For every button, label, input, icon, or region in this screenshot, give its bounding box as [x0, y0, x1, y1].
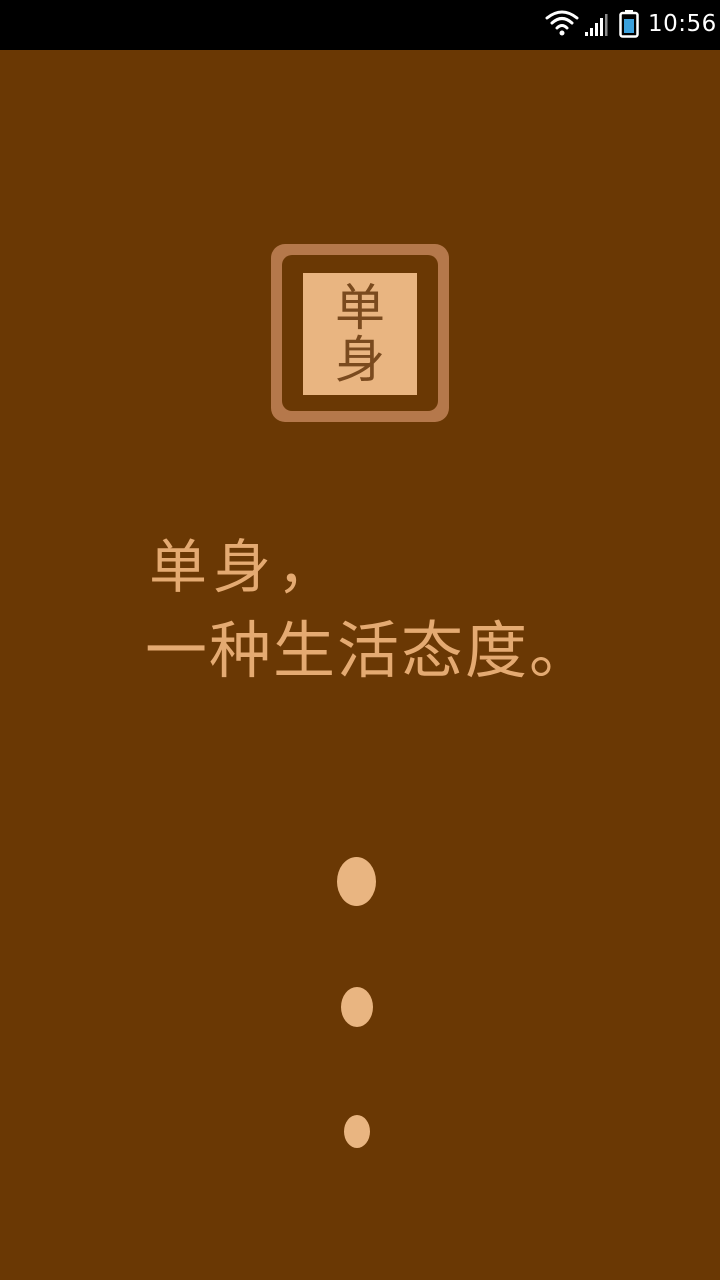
status-clock: 10:56	[648, 11, 717, 37]
slogan: 单身， 一种生活态度。	[145, 528, 593, 692]
wifi-icon	[545, 10, 579, 36]
app-logo-frame: 单 身	[282, 255, 438, 411]
slogan-line-1: 单身，	[149, 533, 342, 601]
battery-icon	[619, 10, 639, 38]
logo-char-1: 单	[335, 279, 385, 337]
app-logo: 单 身	[271, 244, 449, 422]
signal-icon	[585, 14, 608, 36]
loading-dot	[341, 987, 373, 1027]
logo-char-2: 身	[335, 331, 385, 389]
loading-dot	[337, 857, 376, 906]
loading-dot	[344, 1115, 370, 1148]
status-bar: 10:56	[0, 0, 720, 50]
slogan-line-2: 一种生活态度。	[145, 614, 594, 687]
logo-tile: 单 身	[303, 273, 417, 395]
